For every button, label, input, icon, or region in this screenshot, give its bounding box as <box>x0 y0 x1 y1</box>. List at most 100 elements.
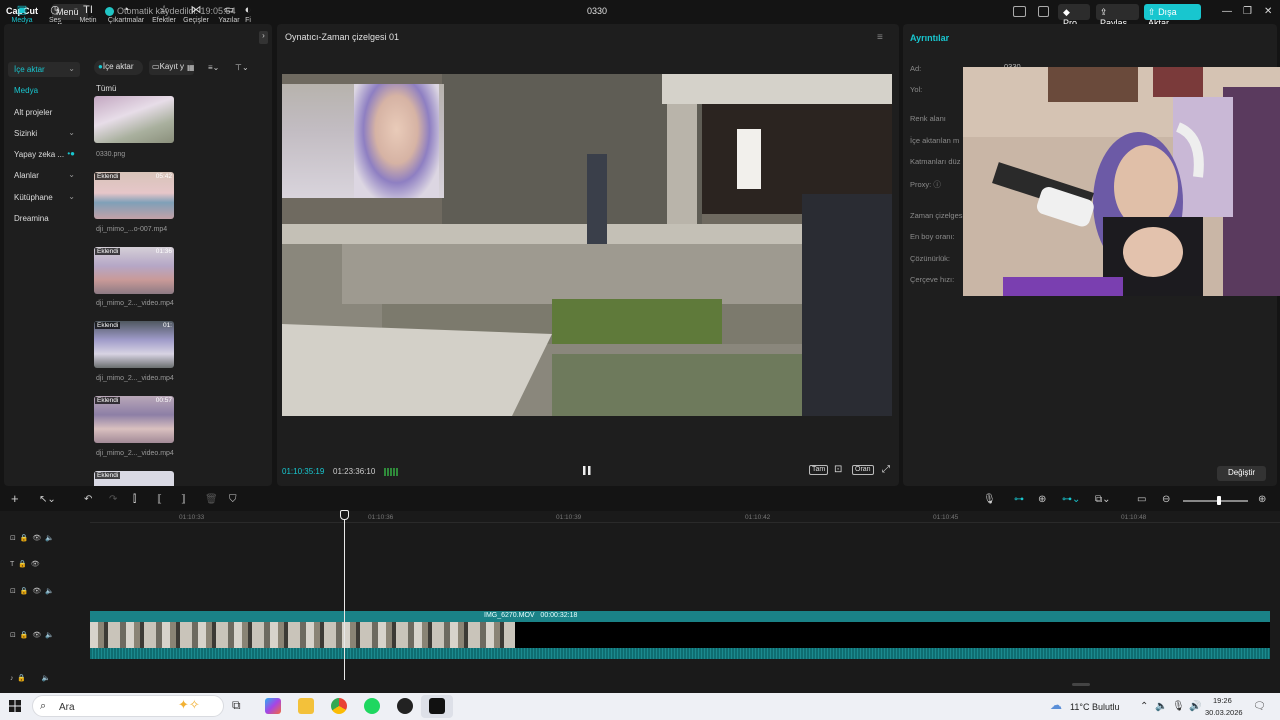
media-thumbnail[interactable] <box>94 96 174 143</box>
pause-icon[interactable] <box>583 466 591 475</box>
undo-icon[interactable]: ↶ <box>84 494 92 505</box>
redo-icon[interactable]: ↷ <box>109 494 117 505</box>
split-right-icon[interactable]: ⟧ <box>181 494 186 505</box>
speaker-icon[interactable]: 🔈 <box>45 632 54 639</box>
lock-icon[interactable]: 🔒 <box>17 675 26 682</box>
zoom-in-icon[interactable]: ⊕ <box>1258 494 1266 505</box>
eye-icon[interactable]: 👁 <box>32 588 41 595</box>
copilot-icon[interactable] <box>265 698 281 714</box>
sidebar-item-yours[interactable]: Sizinki ⌄ <box>8 126 80 141</box>
menu-icon[interactable]: ≡ <box>877 32 883 43</box>
aspect-ratio-button[interactable]: Oran <box>852 465 874 475</box>
media-filename: dji_mimo_2..._video.mp4 <box>96 300 174 307</box>
lock-icon[interactable]: 🔒 <box>20 632 29 639</box>
weather-icon[interactable]: ☁ <box>1050 698 1062 712</box>
media-thumbnail[interactable]: Eklendi 00:57 <box>94 396 174 443</box>
media-thumbnail[interactable]: Eklendi 01:36 <box>94 247 174 294</box>
media-thumbnail[interactable]: Eklendi <box>94 471 174 486</box>
split-left-icon[interactable]: ⟦ <box>157 494 162 505</box>
select-tool-icon[interactable]: ↖⌄ <box>39 494 56 505</box>
tab-filters[interactable]: ◐ Fi <box>240 4 256 24</box>
task-view-icon[interactable]: ⧉ <box>232 698 248 714</box>
weather-status[interactable]: 11°C Bulutlu <box>1070 702 1120 712</box>
timeline-toolbar <box>0 489 1280 511</box>
file-explorer-icon[interactable] <box>298 698 314 714</box>
clock-time[interactable]: 19:26 <box>1213 696 1232 705</box>
shield-icon[interactable]: ⛉ <box>229 494 237 505</box>
expand-icon[interactable]: ⤢ <box>882 464 890 475</box>
chevron-up-icon[interactable]: ⌃ <box>1140 701 1148 712</box>
speaker-icon[interactable]: 🔈 <box>45 535 54 542</box>
video-clip-header[interactable] <box>90 611 1270 622</box>
add-track-icon[interactable]: + <box>11 491 19 506</box>
timeline-ruler[interactable] <box>90 522 1280 523</box>
playhead-handle[interactable] <box>340 510 349 520</box>
microphone-icon[interactable]: 🎙 <box>983 494 996 505</box>
sidebar-item-dreamina[interactable]: Dreamina <box>8 211 80 226</box>
export-button[interactable]: ⇧ Dışa Aktar <box>1144 4 1201 28</box>
volume-icon[interactable]: 🔊 <box>1189 701 1201 712</box>
zoom-slider-handle[interactable] <box>1217 496 1221 505</box>
filter-icon[interactable]: ⊤⌄ <box>235 63 249 72</box>
eye-icon[interactable]: 👁 <box>31 561 40 568</box>
windows-start-icon[interactable] <box>9 700 21 712</box>
notification-icon[interactable]: 🗨 <box>1253 701 1266 712</box>
grid-view-icon[interactable]: ▦ <box>187 63 195 72</box>
sidebar-item-media[interactable]: Medya <box>8 83 80 98</box>
filter-all-label[interactable]: Tümü <box>96 84 116 93</box>
auto-snap-icon[interactable]: ⊶⌄ <box>1062 494 1080 505</box>
sidebar-item-spaces[interactable]: Alanlar ⌄ <box>8 168 80 183</box>
split-icon[interactable]: ⫿ <box>133 494 136 505</box>
maximize-icon[interactable]: ❐ <box>1243 6 1252 17</box>
chevron-right-icon[interactable]: › <box>259 31 268 44</box>
spotify-icon[interactable] <box>364 698 380 714</box>
preview-axis-icon[interactable]: ⧉⌄ <box>1095 494 1111 505</box>
tab-audio[interactable]: ◷ Ses <box>37 4 73 24</box>
tab-transitions[interactable]: ⋈ Geçişler <box>178 4 214 24</box>
pro-button[interactable]: ◆ Pro <box>1058 4 1090 28</box>
clock-date[interactable]: 30.03.2026 <box>1205 708 1243 717</box>
delete-icon[interactable]: 🗑 <box>205 494 218 505</box>
share-button[interactable]: ⇪ Paylaş <box>1096 4 1139 28</box>
tab-effects[interactable]: ☆ Efektler <box>146 4 182 24</box>
tab-text[interactable]: TI Metin <box>70 4 106 24</box>
snap-icon[interactable]: ⊕ <box>1038 494 1046 505</box>
eye-icon[interactable]: 👁 <box>32 535 41 542</box>
speaker-icon[interactable]: 🔈 <box>1155 701 1167 712</box>
chrome-icon[interactable] <box>331 698 347 714</box>
capcut-icon[interactable] <box>429 698 445 714</box>
tab-stickers[interactable]: ◔ Çıkartmalar <box>106 4 146 24</box>
sidebar-item-subprojects[interactable]: Alt projeler <box>8 105 80 120</box>
close-icon[interactable]: ✕ <box>1264 6 1272 17</box>
microphone-icon[interactable]: 🎙 <box>1172 701 1185 712</box>
sidebar-item-import[interactable]: İçe aktar ⌄ <box>8 62 80 77</box>
lock-icon[interactable]: 🔒 <box>20 588 29 595</box>
link-clips-icon[interactable]: ⊶ <box>1014 494 1024 505</box>
layout-icon[interactable] <box>1013 6 1026 17</box>
shortcuts-icon[interactable] <box>1038 6 1049 17</box>
minimize-icon[interactable]: — <box>1222 6 1232 17</box>
sort-icon[interactable]: ≡⌄ <box>208 63 219 72</box>
search-icon: ⌕ <box>40 700 47 712</box>
lock-icon[interactable]: 🔒 <box>18 561 27 568</box>
import-button[interactable]: ●İçe aktar <box>94 60 143 75</box>
fullscreen-mode-button[interactable]: Tam <box>809 465 829 475</box>
media-thumbnail[interactable]: Eklendi 01: <box>94 321 174 368</box>
zoom-out-icon[interactable]: ⊖ <box>1162 494 1170 505</box>
caption-track-icon[interactable]: ▭ <box>1137 494 1146 505</box>
sidebar-item-library[interactable]: Kütüphane ⌄ <box>8 190 80 205</box>
tab-media[interactable]: ▣ Medya <box>4 4 40 24</box>
media-thumbnail[interactable]: Eklendi 05:42 <box>94 172 174 219</box>
change-button[interactable]: Değiştir <box>1217 466 1266 481</box>
sidebar-item-ai[interactable]: Yapay zeka ... •● <box>8 147 80 162</box>
speaker-icon[interactable]: 🔈 <box>42 675 51 682</box>
video-preview[interactable] <box>282 74 892 416</box>
lock-icon[interactable]: 🔒 <box>20 535 29 542</box>
zoom-slider[interactable] <box>1183 500 1248 502</box>
speaker-icon[interactable]: 🔈 <box>45 588 54 595</box>
obs-icon[interactable] <box>397 698 413 714</box>
timeline-scrollbar[interactable] <box>1072 683 1090 686</box>
snapshot-icon[interactable]: ⊡ <box>834 464 842 475</box>
playhead[interactable] <box>344 512 345 680</box>
eye-icon[interactable]: 👁 <box>32 632 41 639</box>
